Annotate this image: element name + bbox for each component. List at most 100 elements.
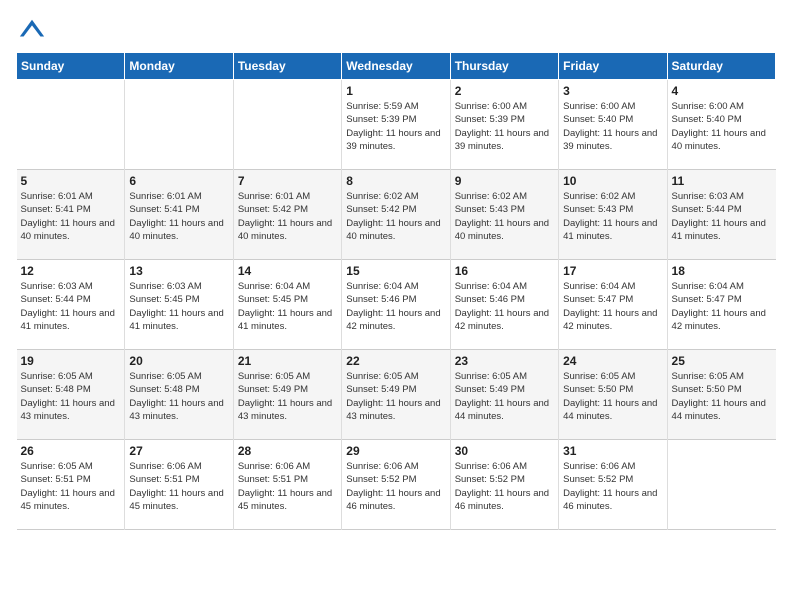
day-info: Sunrise: 6:05 AMSunset: 5:49 PMDaylight:… (346, 370, 445, 423)
calendar-cell: 28 Sunrise: 6:06 AMSunset: 5:51 PMDayligh… (233, 440, 341, 530)
day-number: 14 (238, 264, 337, 278)
calendar-cell: 29 Sunrise: 6:06 AMSunset: 5:52 PMDayligh… (342, 440, 450, 530)
day-info: Sunrise: 6:00 AMSunset: 5:40 PMDaylight:… (563, 100, 662, 153)
day-info: Sunrise: 6:04 AMSunset: 5:45 PMDaylight:… (238, 280, 337, 333)
calendar-cell: 27 Sunrise: 6:06 AMSunset: 5:51 PMDayligh… (125, 440, 233, 530)
weekday-header-thursday: Thursday (450, 53, 558, 80)
day-number: 29 (346, 444, 445, 458)
calendar-cell: 16 Sunrise: 6:04 AMSunset: 5:46 PMDayligh… (450, 260, 558, 350)
day-info: Sunrise: 6:05 AMSunset: 5:50 PMDaylight:… (563, 370, 662, 423)
day-info: Sunrise: 6:05 AMSunset: 5:51 PMDaylight:… (21, 460, 121, 513)
day-number: 31 (563, 444, 662, 458)
calendar-cell: 6 Sunrise: 6:01 AMSunset: 5:41 PMDaylight… (125, 170, 233, 260)
calendar-cell: 30 Sunrise: 6:06 AMSunset: 5:52 PMDayligh… (450, 440, 558, 530)
day-number: 4 (672, 84, 772, 98)
day-number: 17 (563, 264, 662, 278)
calendar-cell (17, 80, 125, 170)
day-info: Sunrise: 6:06 AMSunset: 5:52 PMDaylight:… (455, 460, 554, 513)
weekday-header-sunday: Sunday (17, 53, 125, 80)
day-info: Sunrise: 6:04 AMSunset: 5:46 PMDaylight:… (346, 280, 445, 333)
calendar-cell: 23 Sunrise: 6:05 AMSunset: 5:49 PMDayligh… (450, 350, 558, 440)
day-info: Sunrise: 6:00 AMSunset: 5:39 PMDaylight:… (455, 100, 554, 153)
day-info: Sunrise: 6:06 AMSunset: 5:51 PMDaylight:… (238, 460, 337, 513)
calendar-cell: 1 Sunrise: 5:59 AMSunset: 5:39 PMDaylight… (342, 80, 450, 170)
day-number: 7 (238, 174, 337, 188)
day-info: Sunrise: 6:01 AMSunset: 5:41 PMDaylight:… (21, 190, 121, 243)
day-info: Sunrise: 6:06 AMSunset: 5:51 PMDaylight:… (129, 460, 228, 513)
calendar-cell: 25 Sunrise: 6:05 AMSunset: 5:50 PMDayligh… (667, 350, 775, 440)
day-info: Sunrise: 6:01 AMSunset: 5:42 PMDaylight:… (238, 190, 337, 243)
weekday-header-saturday: Saturday (667, 53, 775, 80)
calendar-cell: 12Sunrise: 6:03 AMSunset: 5:44 PMDayligh… (17, 260, 125, 350)
weekday-header-wednesday: Wednesday (342, 53, 450, 80)
calendar-cell: 8Sunrise: 6:02 AMSunset: 5:42 PMDaylight… (342, 170, 450, 260)
calendar-cell: 14 Sunrise: 6:04 AMSunset: 5:45 PMDayligh… (233, 260, 341, 350)
day-number: 30 (455, 444, 554, 458)
day-info: Sunrise: 6:02 AMSunset: 5:43 PMDaylight:… (563, 190, 662, 243)
weekday-header-tuesday: Tuesday (233, 53, 341, 80)
day-info: Sunrise: 6:05 AMSunset: 5:48 PMDaylight:… (21, 370, 121, 423)
calendar-cell: 9Sunrise: 6:02 AMSunset: 5:43 PMDaylight… (450, 170, 558, 260)
day-info: Sunrise: 6:05 AMSunset: 5:49 PMDaylight:… (455, 370, 554, 423)
calendar-cell: 3 Sunrise: 6:00 AMSunset: 5:40 PMDaylight… (559, 80, 667, 170)
day-info: Sunrise: 6:05 AMSunset: 5:49 PMDaylight:… (238, 370, 337, 423)
day-info: Sunrise: 6:04 AMSunset: 5:47 PMDaylight:… (672, 280, 772, 333)
calendar-cell: 10 Sunrise: 6:02 AMSunset: 5:43 PMDayligh… (559, 170, 667, 260)
calendar-cell: 19 Sunrise: 6:05 AMSunset: 5:48 PMDayligh… (17, 350, 125, 440)
day-number: 25 (672, 354, 772, 368)
weekday-header-friday: Friday (559, 53, 667, 80)
day-info: Sunrise: 6:01 AMSunset: 5:41 PMDaylight:… (129, 190, 228, 243)
day-number: 13 (129, 264, 228, 278)
day-number: 10 (563, 174, 662, 188)
day-info: Sunrise: 6:03 AMSunset: 5:45 PMDaylight:… (129, 280, 228, 333)
day-info: Sunrise: 6:04 AMSunset: 5:47 PMDaylight:… (563, 280, 662, 333)
calendar-cell: 5 Sunrise: 6:01 AMSunset: 5:41 PMDaylight… (17, 170, 125, 260)
day-info: Sunrise: 6:02 AMSunset: 5:42 PMDaylight:… (346, 190, 445, 243)
day-number: 19 (21, 354, 121, 368)
calendar-cell: 18Sunrise: 6:04 AMSunset: 5:47 PMDayligh… (667, 260, 775, 350)
day-number: 23 (455, 354, 554, 368)
day-info: Sunrise: 6:04 AMSunset: 5:46 PMDaylight:… (455, 280, 554, 333)
day-number: 16 (455, 264, 554, 278)
day-number: 27 (129, 444, 228, 458)
day-number: 28 (238, 444, 337, 458)
calendar-table: SundayMondayTuesdayWednesdayThursdayFrid… (16, 52, 776, 530)
day-number: 22 (346, 354, 445, 368)
day-info: Sunrise: 6:05 AMSunset: 5:48 PMDaylight:… (129, 370, 228, 423)
day-number: 15 (346, 264, 445, 278)
calendar-cell: 21 Sunrise: 6:05 AMSunset: 5:49 PMDayligh… (233, 350, 341, 440)
day-info: Sunrise: 6:05 AMSunset: 5:50 PMDaylight:… (672, 370, 772, 423)
day-info: Sunrise: 6:06 AMSunset: 5:52 PMDaylight:… (346, 460, 445, 513)
day-number: 6 (129, 174, 228, 188)
day-number: 11 (672, 174, 772, 188)
day-info: Sunrise: 5:59 AMSunset: 5:39 PMDaylight:… (346, 100, 445, 153)
day-number: 1 (346, 84, 445, 98)
calendar-cell (233, 80, 341, 170)
calendar-cell: 4 Sunrise: 6:00 AMSunset: 5:40 PMDaylight… (667, 80, 775, 170)
calendar-cell: 2Sunrise: 6:00 AMSunset: 5:39 PMDaylight… (450, 80, 558, 170)
calendar-cell: 17 Sunrise: 6:04 AMSunset: 5:47 PMDayligh… (559, 260, 667, 350)
logo-icon (18, 16, 46, 44)
day-info: Sunrise: 6:00 AMSunset: 5:40 PMDaylight:… (672, 100, 772, 153)
weekday-header-monday: Monday (125, 53, 233, 80)
day-number: 21 (238, 354, 337, 368)
day-info: Sunrise: 6:03 AMSunset: 5:44 PMDaylight:… (21, 280, 121, 333)
day-number: 26 (21, 444, 121, 458)
calendar-cell: 22 Sunrise: 6:05 AMSunset: 5:49 PMDayligh… (342, 350, 450, 440)
calendar-cell: 13 Sunrise: 6:03 AMSunset: 5:45 PMDayligh… (125, 260, 233, 350)
calendar-cell (667, 440, 775, 530)
day-number: 5 (21, 174, 121, 188)
calendar-cell: 31Sunrise: 6:06 AMSunset: 5:52 PMDayligh… (559, 440, 667, 530)
calendar-cell: 26 Sunrise: 6:05 AMSunset: 5:51 PMDayligh… (17, 440, 125, 530)
day-number: 3 (563, 84, 662, 98)
calendar-cell: 15 Sunrise: 6:04 AMSunset: 5:46 PMDayligh… (342, 260, 450, 350)
page-header (16, 16, 776, 44)
calendar-cell: 7 Sunrise: 6:01 AMSunset: 5:42 PMDaylight… (233, 170, 341, 260)
calendar-cell: 11 Sunrise: 6:03 AMSunset: 5:44 PMDayligh… (667, 170, 775, 260)
calendar-cell (125, 80, 233, 170)
day-number: 24 (563, 354, 662, 368)
logo (16, 16, 46, 44)
day-info: Sunrise: 6:02 AMSunset: 5:43 PMDaylight:… (455, 190, 554, 243)
day-number: 20 (129, 354, 228, 368)
day-info: Sunrise: 6:03 AMSunset: 5:44 PMDaylight:… (672, 190, 772, 243)
